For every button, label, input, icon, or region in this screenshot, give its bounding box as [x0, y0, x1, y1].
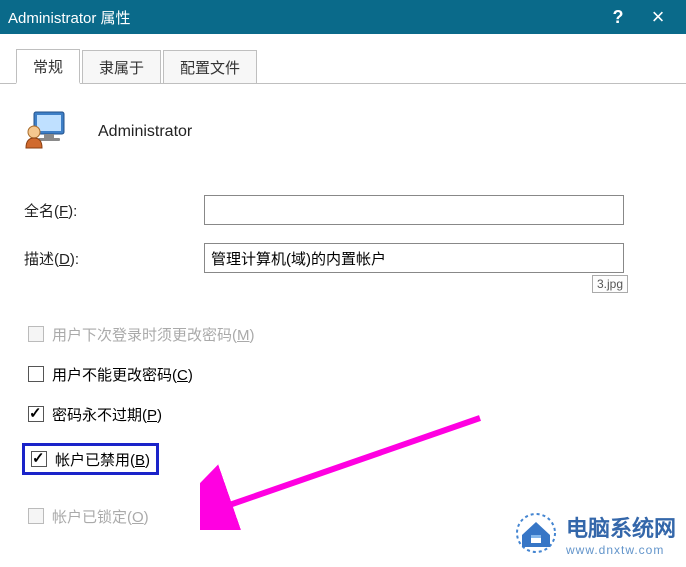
input-description[interactable] — [204, 243, 624, 273]
image-filename-tag: 3.jpg — [592, 275, 628, 293]
watermark: 电脑系统网 www.dnxtw.com — [514, 511, 676, 557]
user-icon — [24, 108, 72, 155]
tab-general[interactable]: 常规 — [16, 49, 80, 84]
input-fullname[interactable] — [204, 195, 624, 225]
label-fullname: 全名(F): — [24, 200, 204, 221]
account-name: Administrator — [98, 123, 192, 141]
tab-content: Administrator 全名(F): 描述(D): 3.jpg 用户下次登录… — [0, 84, 686, 527]
checkbox-account-disabled[interactable]: 帐户已禁用(B) — [22, 443, 159, 475]
titlebar: Administrator 属性 ? × — [0, 0, 686, 34]
close-icon[interactable]: × — [638, 4, 678, 30]
row-description: 描述(D): 3.jpg — [24, 243, 662, 273]
watermark-url: www.dnxtw.com — [566, 543, 676, 557]
checkbox-account-disabled-box[interactable] — [31, 451, 47, 467]
watermark-title: 电脑系统网 — [566, 511, 676, 543]
house-icon — [514, 513, 558, 556]
checkbox-neverexpire[interactable]: 密码永不过期(P) — [24, 403, 662, 425]
checkbox-locked-box — [28, 508, 44, 524]
checkbox-cannotchange[interactable]: 用户不能更改密码(C) — [24, 363, 662, 385]
account-header: Administrator — [24, 108, 662, 155]
checkbox-neverexpire-box[interactable] — [28, 406, 44, 422]
checkbox-group: 用户下次登录时须更改密码(M) 用户不能更改密码(C) 密码永不过期(P) 帐户… — [24, 323, 662, 527]
help-icon[interactable]: ? — [598, 7, 638, 28]
window-title: Administrator 属性 — [8, 7, 598, 28]
checkbox-mustchange[interactable]: 用户下次登录时须更改密码(M) — [24, 323, 662, 345]
label-description: 描述(D): — [24, 248, 204, 269]
checkbox-mustchange-box — [28, 326, 44, 342]
row-fullname: 全名(F): — [24, 195, 662, 225]
tab-profile[interactable]: 配置文件 — [163, 50, 257, 83]
tab-strip: 常规 隶属于 配置文件 — [0, 48, 686, 84]
checkbox-cannotchange-box[interactable] — [28, 366, 44, 382]
tab-memberof[interactable]: 隶属于 — [82, 50, 161, 83]
